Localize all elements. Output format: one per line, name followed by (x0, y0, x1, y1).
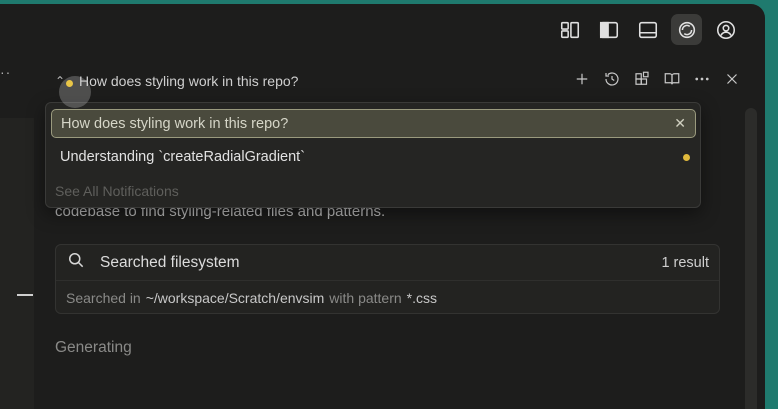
dropdown-item[interactable]: Understanding `createRadialGradient` (60, 149, 690, 165)
more-icon[interactable]: ·· (0, 64, 11, 80)
extensions-icon[interactable] (633, 70, 651, 93)
dropdown-item-selected[interactable]: How does styling work in this repo? ✕ (51, 109, 696, 138)
panel-bottom-icon[interactable] (632, 14, 663, 45)
unread-indicator (683, 153, 690, 161)
search-icon (66, 250, 86, 275)
more-icon[interactable] (693, 70, 711, 93)
tool-result-card[interactable]: Searched filesystem 1 result Searched in… (55, 244, 720, 314)
title-bar-actions (554, 14, 741, 45)
chat-icon[interactable] (671, 14, 702, 45)
detail-middle: with pattern (329, 289, 402, 306)
close-icon[interactable]: ✕ (674, 115, 686, 132)
result-count: 1 result (661, 254, 709, 271)
book-icon[interactable] (663, 70, 681, 93)
chat-panel-header: ⌃ How does styling work in this repo? (55, 66, 745, 96)
minimap-indicator (17, 294, 33, 296)
close-icon[interactable] (723, 70, 741, 93)
editor-area (0, 118, 34, 409)
scrollbar[interactable] (745, 108, 757, 409)
tool-result-title: Searched filesystem (100, 253, 240, 271)
cursor-highlight (59, 76, 91, 108)
account-icon[interactable] (710, 14, 741, 45)
sidebar-left-icon[interactable] (593, 14, 624, 45)
tool-result-header[interactable]: Searched filesystem 1 result (56, 245, 719, 281)
see-all-notifications-link[interactable]: See All Notifications (55, 183, 179, 199)
layout-icon[interactable] (554, 14, 585, 45)
conversation-dropdown: How does styling work in this repo? ✕ Un… (45, 102, 701, 208)
search-path: ~/workspace/Scratch/envsim (145, 289, 325, 306)
cursor-dot (66, 80, 73, 87)
conversation-label: Understanding `createRadialGradient` (60, 149, 306, 165)
search-pattern: *.css (406, 289, 438, 306)
header-actions (573, 70, 745, 93)
tool-result-detail: Searched in ~/workspace/Scratch/envsim w… (56, 281, 719, 314)
plus-icon[interactable] (573, 70, 591, 93)
app-window: ·· ⌃ How does styling work in this repo? (0, 4, 765, 409)
history-icon[interactable] (603, 70, 621, 93)
conversation-title[interactable]: How does styling work in this repo? (79, 73, 298, 89)
generating-status: Generating (55, 339, 132, 356)
detail-prefix: Searched in (66, 289, 141, 306)
selected-conversation-label: How does styling work in this repo? (61, 115, 289, 132)
